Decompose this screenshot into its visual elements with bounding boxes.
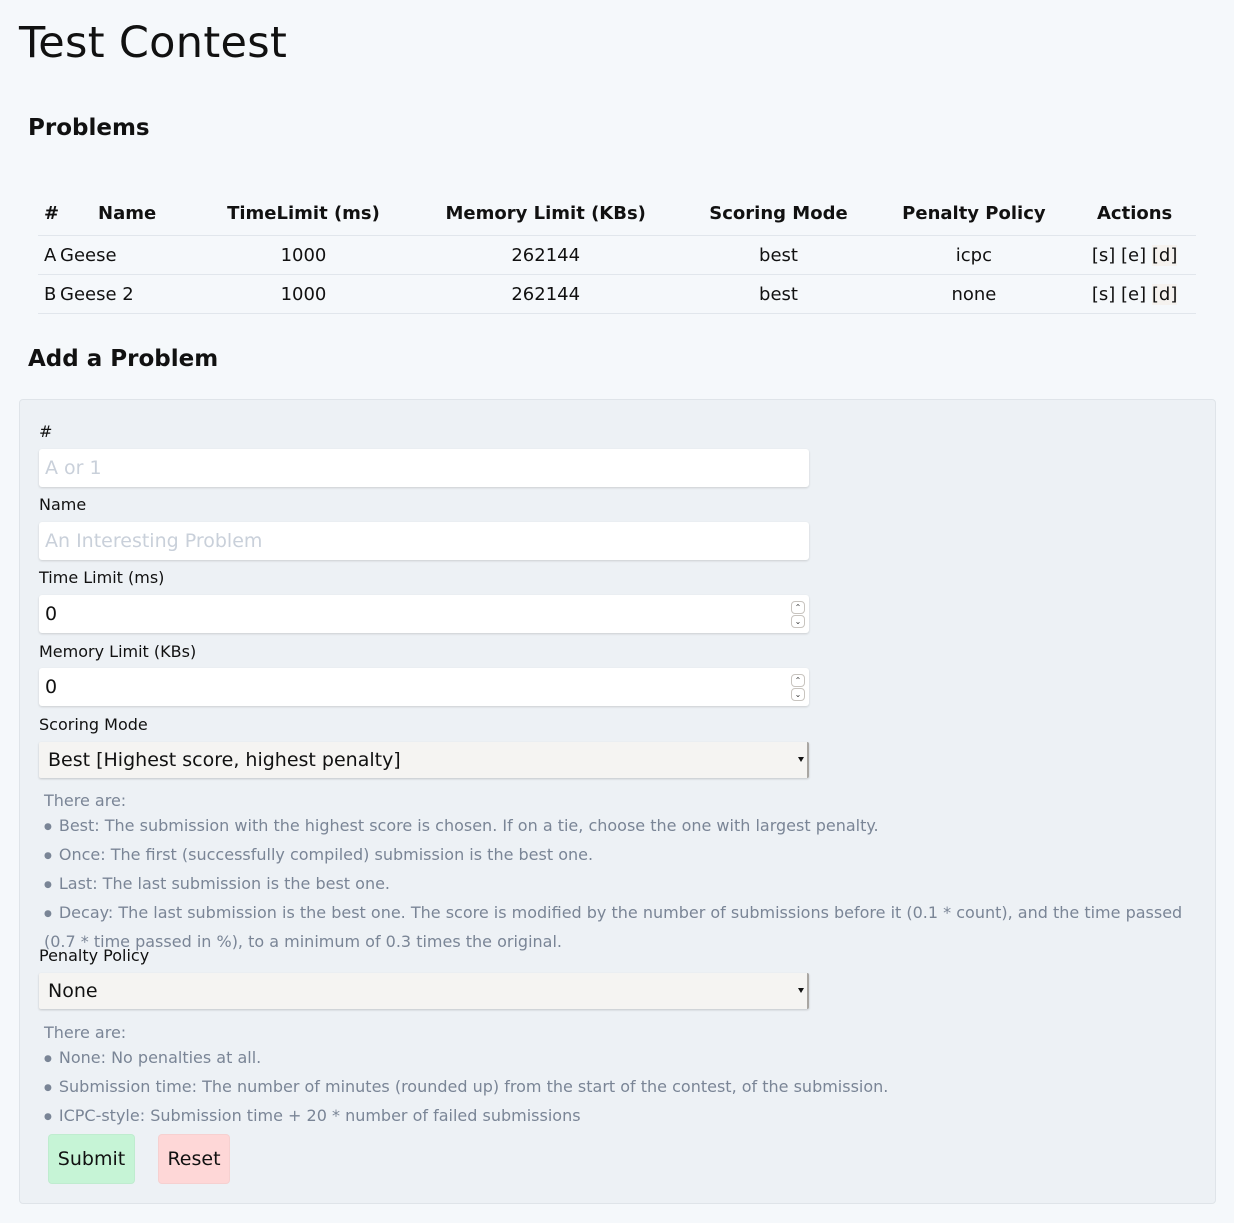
table-row: B Geese 2 1000 262144 best none [s] [e] …: [38, 274, 1196, 314]
help-item: None: No penalties at all.: [44, 1045, 1184, 1074]
reset-button[interactable]: Reset: [158, 1134, 230, 1184]
help-intro: There are:: [44, 1023, 127, 1042]
edit-problem-link[interactable]: [e]: [1121, 284, 1146, 305]
scoring-mode-selected: Best [Highest score, highest penalty]: [48, 749, 401, 771]
delete-problem-link[interactable]: [d]: [1151, 283, 1178, 305]
problems-heading: Problems: [28, 115, 150, 141]
problem-time-limit: 1000: [198, 274, 409, 314]
name-label: Name: [39, 495, 87, 514]
memory-limit-field: ⌃ ⌄: [39, 668, 809, 706]
penalty-policy-selected: None: [48, 980, 98, 1002]
problem-id: B: [38, 274, 60, 314]
chevron-down-icon: [798, 757, 804, 762]
problem-actions: [s] [e] [d]: [1073, 274, 1196, 314]
problem-time-limit: 1000: [198, 235, 409, 275]
problem-id: A: [38, 235, 60, 275]
time-limit-spinner: ⌃ ⌄: [791, 601, 805, 628]
penalty-policy-help: There are: None: No penalties at all. Su…: [44, 1020, 1184, 1132]
problem-name: Geese 2: [60, 274, 198, 314]
memory-limit-spinner: ⌃ ⌄: [791, 674, 805, 701]
help-intro: There are:: [44, 791, 127, 810]
scoring-mode-label: Scoring Mode: [39, 715, 148, 734]
scoring-mode-help: There are: Best: The submission with the…: [44, 788, 1184, 954]
decrement-icon[interactable]: ⌄: [791, 615, 805, 628]
time-limit-label: Time Limit (ms): [39, 568, 165, 587]
help-item: Once: The first (successfully compiled) …: [44, 842, 1184, 871]
increment-icon[interactable]: ⌃: [791, 674, 805, 687]
problem-scoring-mode: best: [682, 235, 875, 275]
add-problem-heading: Add a Problem: [28, 346, 219, 372]
problem-name: Geese: [60, 235, 198, 275]
id-label: #: [39, 422, 53, 441]
col-header-name: Name: [60, 191, 198, 236]
problem-id-input[interactable]: [39, 449, 809, 487]
col-header-memory-limit: Memory Limit (KBs): [408, 191, 683, 236]
delete-problem-link[interactable]: [d]: [1151, 244, 1178, 266]
problem-actions: [s] [e] [d]: [1073, 235, 1196, 275]
col-header-actions: Actions: [1073, 191, 1196, 236]
problem-memory-limit: 262144: [408, 235, 683, 275]
col-header-penalty-policy: Penalty Policy: [874, 191, 1074, 236]
page-title: Test Contest: [19, 18, 288, 68]
table-row: A Geese 1000 262144 best icpc [s] [e] [d…: [38, 235, 1196, 275]
time-limit-input[interactable]: [39, 595, 809, 633]
show-problem-link[interactable]: [s]: [1092, 284, 1115, 305]
penalty-policy-select[interactable]: None: [39, 973, 809, 1009]
problem-penalty-policy: none: [874, 274, 1074, 314]
help-item: Submission time: The number of minutes (…: [44, 1074, 1184, 1103]
table-header-row: # Name TimeLimit (ms) Memory Limit (KBs)…: [38, 191, 1196, 236]
chevron-down-icon: [798, 988, 804, 993]
problems-table: # Name TimeLimit (ms) Memory Limit (KBs)…: [38, 191, 1196, 314]
show-problem-link[interactable]: [s]: [1092, 245, 1115, 266]
penalty-policy-label: Penalty Policy: [39, 946, 150, 965]
time-limit-field: ⌃ ⌄: [39, 595, 809, 633]
help-item: Last: The last submission is the best on…: [44, 871, 1184, 900]
decrement-icon[interactable]: ⌄: [791, 688, 805, 701]
scoring-mode-select[interactable]: Best [Highest score, highest penalty]: [39, 742, 809, 778]
problem-memory-limit: 262144: [408, 274, 683, 314]
increment-icon[interactable]: ⌃: [791, 601, 805, 614]
problem-name-input[interactable]: [39, 522, 809, 560]
help-item: Best: The submission with the highest sc…: [44, 813, 1184, 842]
help-item: ICPC-style: Submission time + 20 * numbe…: [44, 1103, 1184, 1132]
col-header-time-limit: TimeLimit (ms): [198, 191, 409, 236]
col-header-scoring-mode: Scoring Mode: [682, 191, 875, 236]
col-header-id: #: [38, 191, 60, 236]
memory-limit-input[interactable]: [39, 668, 809, 706]
memory-limit-label: Memory Limit (KBs): [39, 642, 197, 661]
add-problem-form: # Name Time Limit (ms) ⌃ ⌄ Memory Limit …: [19, 399, 1216, 1204]
help-item: Decay: The last submission is the best o…: [44, 900, 1184, 954]
problem-scoring-mode: best: [682, 274, 875, 314]
edit-problem-link[interactable]: [e]: [1121, 245, 1146, 266]
submit-button[interactable]: Submit: [48, 1134, 135, 1184]
problem-penalty-policy: icpc: [874, 235, 1074, 275]
